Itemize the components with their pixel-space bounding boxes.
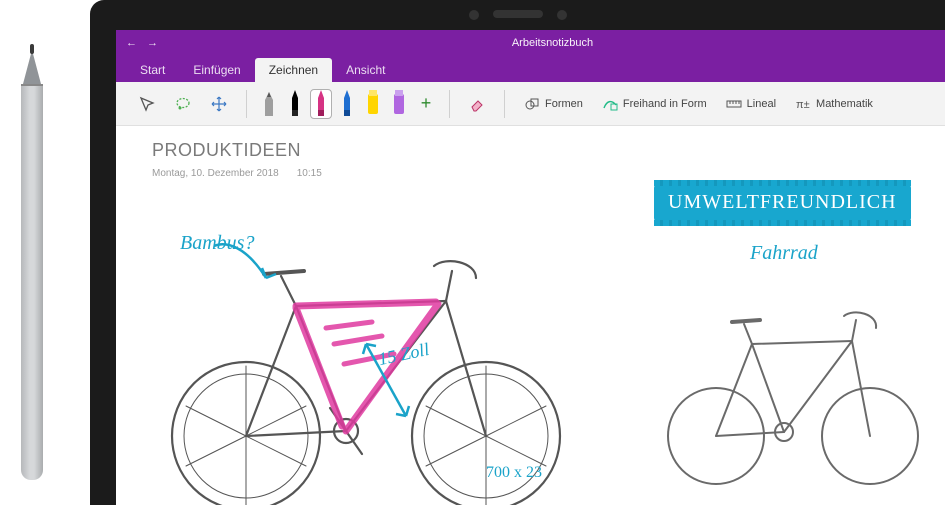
tablet-device: ← → Arbeitsnotizbuch Start Einfügen Zeic… bbox=[90, 0, 945, 505]
add-pen-button[interactable]: + bbox=[415, 93, 437, 115]
lasso-select-button[interactable] bbox=[168, 91, 198, 117]
tab-einfuegen[interactable]: Einfügen bbox=[179, 58, 254, 82]
nav-arrows: ← → bbox=[126, 37, 158, 49]
shapes-button[interactable]: Formen bbox=[517, 91, 589, 117]
pen-pencil-gray[interactable] bbox=[259, 90, 279, 118]
pen-nib bbox=[30, 44, 34, 54]
ink-to-shape-label: Freihand in Form bbox=[623, 98, 707, 110]
pen-magenta[interactable] bbox=[311, 90, 331, 118]
annotation-headline: UMWELTFREUNDLICH bbox=[654, 184, 911, 222]
forward-button[interactable]: → bbox=[147, 37, 158, 49]
eraser-button[interactable] bbox=[462, 91, 492, 117]
sketch-bike-small bbox=[656, 286, 936, 501]
tab-start[interactable]: Start bbox=[126, 58, 179, 82]
highlighter-purple[interactable] bbox=[389, 90, 409, 118]
annotation-fahrrad: Fahrrad bbox=[750, 242, 818, 265]
page-date: Montag, 10. Dezember 2018 bbox=[152, 168, 279, 179]
pen-blue[interactable] bbox=[337, 90, 357, 118]
ink-to-shape-icon bbox=[601, 95, 619, 113]
pen-black[interactable] bbox=[285, 90, 305, 118]
shapes-icon bbox=[523, 95, 541, 113]
back-button[interactable]: ← bbox=[126, 37, 137, 49]
window-title: Arbeitsnotizbuch bbox=[170, 37, 935, 49]
app-window: ← → Arbeitsnotizbuch Start Einfügen Zeic… bbox=[116, 30, 945, 505]
math-label: Mathematik bbox=[816, 98, 873, 110]
ribbon-tabs: Start Einfügen Zeichnen Ansicht bbox=[116, 56, 945, 82]
annotation-bambus: Bambus? bbox=[180, 232, 254, 255]
title-bar: ← → Arbeitsnotizbuch bbox=[116, 30, 945, 56]
page-title[interactable]: PRODUKTIDEEN bbox=[152, 140, 301, 161]
math-button[interactable]: π± Mathematik bbox=[788, 91, 879, 117]
text-select-icon bbox=[138, 95, 156, 113]
tab-zeichnen[interactable]: Zeichnen bbox=[255, 58, 332, 82]
pan-button[interactable] bbox=[204, 91, 234, 117]
tab-ansicht[interactable]: Ansicht bbox=[332, 58, 399, 82]
shapes-label: Formen bbox=[545, 98, 583, 110]
math-icon: π± bbox=[794, 95, 812, 113]
text-select-button[interactable] bbox=[132, 91, 162, 117]
surface-pen bbox=[14, 50, 50, 480]
pan-icon bbox=[210, 95, 228, 113]
pen-tip bbox=[23, 50, 41, 84]
ruler-button[interactable]: Lineal bbox=[719, 91, 782, 117]
page-time: 10:15 bbox=[297, 168, 322, 179]
sketch-bike-main bbox=[146, 216, 586, 505]
annotation-tire: 700 x 23 bbox=[486, 464, 542, 482]
pen-body bbox=[21, 84, 43, 480]
ruler-label: Lineal bbox=[747, 98, 776, 110]
draw-toolbar: + Formen bbox=[116, 82, 945, 126]
ruler-icon bbox=[725, 95, 743, 113]
camera-bar bbox=[90, 10, 945, 20]
eraser-icon bbox=[468, 95, 486, 113]
svg-text:π±: π± bbox=[796, 99, 810, 111]
note-canvas[interactable]: PRODUKTIDEEN Montag, 10. Dezember 2018 1… bbox=[116, 126, 945, 505]
ink-to-shape-button[interactable]: Freihand in Form bbox=[595, 91, 713, 117]
highlighter-yellow[interactable] bbox=[363, 90, 383, 118]
lasso-select-icon bbox=[174, 95, 192, 113]
pen-gallery: + bbox=[253, 90, 443, 118]
page-meta: Montag, 10. Dezember 2018 10:15 bbox=[152, 168, 322, 179]
